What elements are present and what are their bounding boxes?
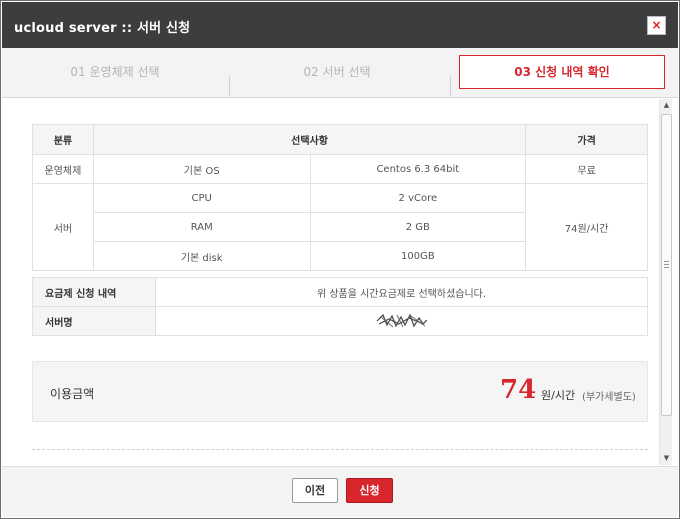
header-price: 가격 <box>525 124 648 155</box>
server-name-label: 서버명 <box>32 306 156 336</box>
step-server-select: 02 서버 선택 <box>303 65 371 79</box>
price-label: 이용금액 <box>50 387 95 401</box>
step-indicator: 01 운영체제 선택 02 서버 선택 03 신청 내역 확인 <box>2 48 678 98</box>
close-button[interactable]: × <box>647 16 666 35</box>
dialog-footer: 이전 신청 <box>2 466 678 517</box>
window-title: ucloud server :: 서버 신청 <box>14 21 191 36</box>
arrow-up-icon[interactable]: ▲ <box>660 99 673 112</box>
cell-item: RAM <box>92 212 311 242</box>
cell-price: 무료 <box>525 154 648 184</box>
header-selection: 선택사항 <box>92 124 527 155</box>
cell-value: Centos 6.3 64bit <box>309 154 527 184</box>
server-name-value <box>155 306 648 336</box>
step-confirm-active: 03 신청 내역 확인 <box>459 55 665 89</box>
price-amount: 74 <box>500 375 537 405</box>
table-row: 서버 CPU 2 vCore 74원/시간 <box>32 183 648 271</box>
cell-value: 100GB <box>309 241 527 271</box>
cell-category: 운영체제 <box>32 154 94 184</box>
table-row: 서버명 <box>32 306 648 336</box>
grip-icon <box>664 261 669 268</box>
arrow-down-icon[interactable]: ▼ <box>660 452 673 465</box>
spec-table: 분류 선택사항 가격 운영체제 기본 OS Centos 6.3 64bit 무… <box>32 124 648 271</box>
vertical-scrollbar[interactable]: ▲ ▼ <box>659 99 672 465</box>
close-icon: × <box>651 18 662 32</box>
section-divider <box>32 449 648 450</box>
plan-table: 요금제 신청 내역 위 상품을 시간요금제로 선택하셨습니다. 서버명 <box>32 277 648 336</box>
scrollbar-thumb[interactable] <box>661 114 672 416</box>
price-note: (부가세별도) <box>582 392 636 403</box>
table-header-row: 분류 선택사항 가격 <box>32 124 648 155</box>
header-category: 분류 <box>32 124 94 155</box>
cell-category: 서버 <box>32 183 94 271</box>
cell-price: 74원/시간 <box>525 183 648 271</box>
cell-value: 2 GB <box>309 212 527 242</box>
cell-item: 기본 disk <box>92 241 311 271</box>
dialog-window: ucloud server :: 서버 신청 × 01 운영체제 선택 02 서… <box>0 0 680 519</box>
plan-value: 위 상품을 시간요금제로 선택하셨습니다. <box>155 277 648 307</box>
apply-button[interactable]: 신청 <box>346 478 393 503</box>
price-summary: 이용금액 74 원/시간 (부가세별도) <box>32 361 648 422</box>
price-unit: 원/시간 <box>541 389 576 402</box>
cell-item: 기본 OS <box>92 154 311 184</box>
redacted-scribble <box>376 313 427 328</box>
step-os-select: 01 운영체제 선택 <box>70 65 160 79</box>
cell-value: 2 vCore <box>309 183 527 213</box>
step-divider <box>450 76 451 96</box>
title-bar: ucloud server :: 서버 신청 × <box>2 2 678 48</box>
cell-item: CPU <box>92 183 311 213</box>
prev-button[interactable]: 이전 <box>292 478 338 503</box>
table-row: 요금제 신청 내역 위 상품을 시간요금제로 선택하셨습니다. <box>32 277 648 307</box>
table-row: 운영체제 기본 OS Centos 6.3 64bit 무료 <box>32 154 648 184</box>
plan-label: 요금제 신청 내역 <box>32 277 156 307</box>
scroll-content[interactable]: 분류 선택사항 가격 운영체제 기본 OS Centos 6.3 64bit 무… <box>7 99 659 465</box>
